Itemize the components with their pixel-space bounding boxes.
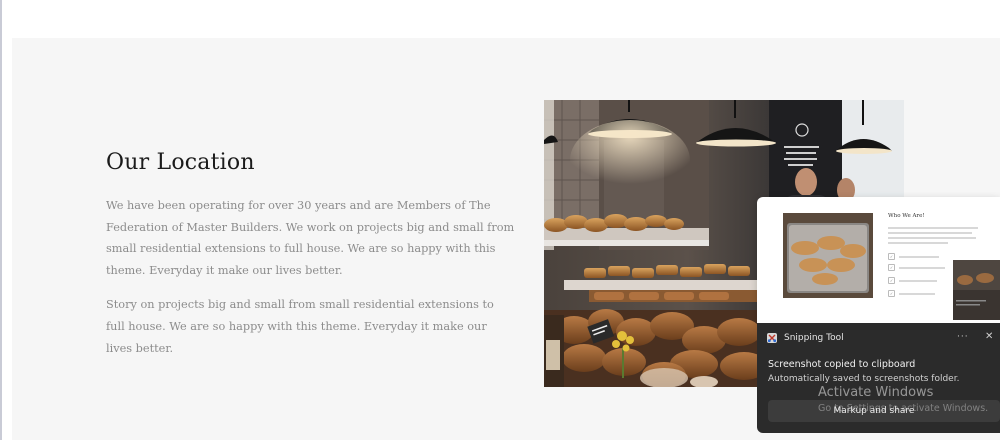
notification-body: Automatically saved to screenshots folde… <box>768 374 960 384</box>
screenshot-preview[interactable]: Who We Are! ✓ ✓ ✓ ✓ <box>757 197 1000 325</box>
check-icon: ✓ <box>888 264 895 271</box>
preview-feature-item: ✓ <box>888 264 945 271</box>
notification-app-name: Snipping Tool <box>784 333 844 343</box>
window-edge <box>0 0 2 440</box>
activate-windows-title: Activate Windows <box>818 385 934 400</box>
more-options-icon[interactable]: ··· <box>957 332 969 342</box>
preview-text-line <box>888 242 948 244</box>
notification-title: Screenshot copied to clipboard <box>768 359 916 370</box>
preview-mini-image <box>953 260 1000 320</box>
snipping-tool-icon <box>767 333 777 343</box>
activate-windows-subtitle: Go to Settings to activate Windows. <box>818 403 989 414</box>
page: Our Location We have been operating for … <box>0 0 1000 440</box>
location-paragraph-2: Story on projects big and small from sma… <box>106 298 494 355</box>
check-icon: ✓ <box>888 253 895 260</box>
preview-text-line <box>888 232 972 234</box>
location-heading: Our Location <box>106 150 255 175</box>
snipping-tool-notification[interactable]: Snipping Tool ··· ✕ Screenshot copied to… <box>757 323 1000 433</box>
notification-app: Snipping Tool <box>766 332 844 344</box>
preview-feature-item: ✓ <box>888 253 939 260</box>
preview-text-line <box>888 237 976 239</box>
preview-feature-item: ✓ <box>888 290 935 297</box>
location-paragraph-1: We have been operating for over 30 years… <box>106 199 515 277</box>
preview-feature-item: ✓ <box>888 277 937 284</box>
location-content: Our Location We have been operating for … <box>106 150 516 372</box>
preview-heading: Who We Are! <box>888 213 925 219</box>
check-icon: ✓ <box>888 290 895 297</box>
check-icon: ✓ <box>888 277 895 284</box>
close-icon[interactable]: ✕ <box>985 331 993 342</box>
preview-image <box>783 213 873 298</box>
preview-text-line <box>888 227 978 229</box>
